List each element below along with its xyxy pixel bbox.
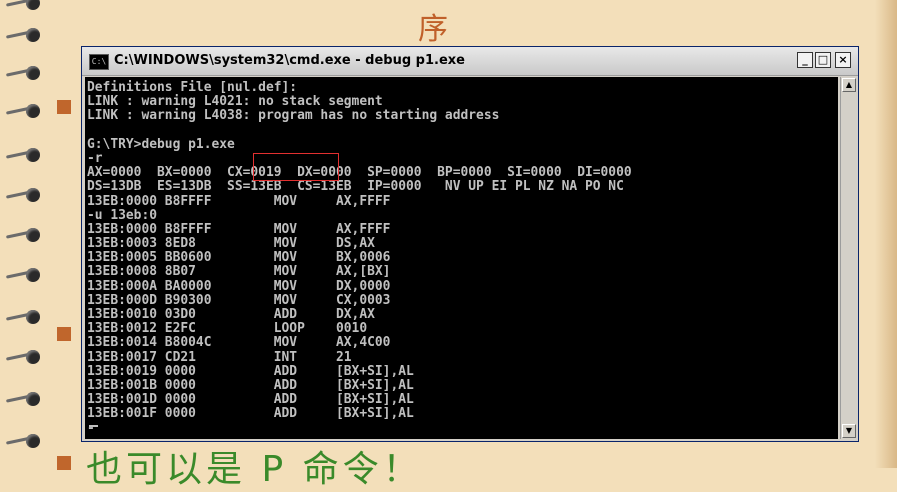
ring-icon: [5, 310, 40, 324]
cx-register-highlight: [253, 153, 339, 181]
notebook-binding: [0, 0, 44, 468]
ring-icon: [5, 104, 40, 118]
console-line: DS=13DB ES=13DB SS=13EB CS=13EB IP=0000 …: [87, 179, 624, 195]
ring-icon: [5, 66, 40, 80]
ring-icon: [5, 28, 40, 42]
slide-title: 序: [418, 12, 448, 47]
console-line: 13EB:0014 B8004C MOV AX,4C00: [87, 335, 391, 351]
scroll-up-icon[interactable]: ▲: [842, 78, 856, 92]
console-line: G:\TRY>debug p1.exe: [87, 136, 235, 152]
console-line: 13EB:0010 03D0 ADD DX,AX: [87, 307, 375, 322]
console-line: 13EB:0019 0000 ADD [BX+SI],AL: [87, 363, 414, 379]
console-line: 13EB:001B 0000 ADD [BX+SI],AL: [87, 377, 414, 393]
cmd-icon[interactable]: C:\: [89, 54, 109, 70]
window-titlebar[interactable]: C:\ C:\WINDOWS\system32\cmd.exe - debug …: [82, 47, 858, 76]
bullet-icon: [57, 100, 71, 114]
window-title: C:\WINDOWS\system32\cmd.exe - debug p1.e…: [114, 53, 465, 68]
console-line: 13EB:0003 8ED8 MOV DS,AX: [87, 236, 375, 252]
bullet-icon: [57, 327, 71, 341]
ring-icon: [5, 148, 40, 162]
console-line: AX=0000 BX=0000 CX=0019 DX=0000 SP=0000 …: [87, 165, 632, 181]
console-line: 13EB:0008 8B07 MOV AX,[BX]: [87, 264, 391, 280]
maximize-button[interactable]: □: [815, 52, 831, 68]
ring-icon: [5, 434, 40, 448]
console-line: 13EB:0005 BB0600 MOV BX,0006: [87, 250, 391, 266]
slide-bottom-text: 也可以是 P 命令！: [86, 449, 423, 490]
text-cursor: [89, 425, 98, 427]
vertical-scrollbar[interactable]: ▲ ▼: [840, 77, 857, 439]
console-line: 13EB:001D 0000 ADD [BX+SI],AL: [87, 392, 414, 408]
console-line: 13EB:0000 B8FFFF MOV AX,FFFF: [87, 221, 391, 237]
cmd-window[interactable]: C:\ C:\WINDOWS\system32\cmd.exe - debug …: [81, 46, 859, 442]
console-line: 13EB:0000 B8FFFF MOV AX,FFFF: [87, 193, 391, 209]
minimize-button[interactable]: _: [797, 52, 813, 68]
page-edge: [875, 0, 897, 468]
ring-icon: [5, 350, 40, 364]
ring-icon: [5, 188, 40, 202]
console-line: LINK : warning L4038: program has no sta…: [87, 108, 500, 124]
console-line: -r: [87, 150, 103, 166]
console-lines: Definitions File [nul.def]: LINK : warnin…: [87, 80, 632, 436]
ring-icon: [5, 228, 40, 242]
ring-icon: [5, 392, 40, 406]
console-line: 13EB:000A BA0000 MOV DX,0000: [87, 278, 391, 294]
console-line: -u 13eb:0: [87, 207, 158, 223]
console-line: 13EB:000D B90300 MOV CX,0003: [87, 292, 391, 308]
console-line: 13EB:0012 E2FC LOOP 0010: [87, 321, 368, 337]
console-output[interactable]: Definitions File [nul.def]: LINK : warnin…: [85, 77, 838, 439]
scroll-down-icon[interactable]: ▼: [842, 424, 856, 438]
console-line: 13EB:0017 CD21 INT 21: [87, 349, 352, 365]
close-button[interactable]: ×: [835, 52, 851, 68]
console-line: 13EB:001F 0000 ADD [BX+SI],AL: [87, 406, 414, 422]
console-line: -: [87, 420, 95, 436]
ring-icon: [5, 268, 40, 282]
ring-icon: [5, 0, 40, 10]
